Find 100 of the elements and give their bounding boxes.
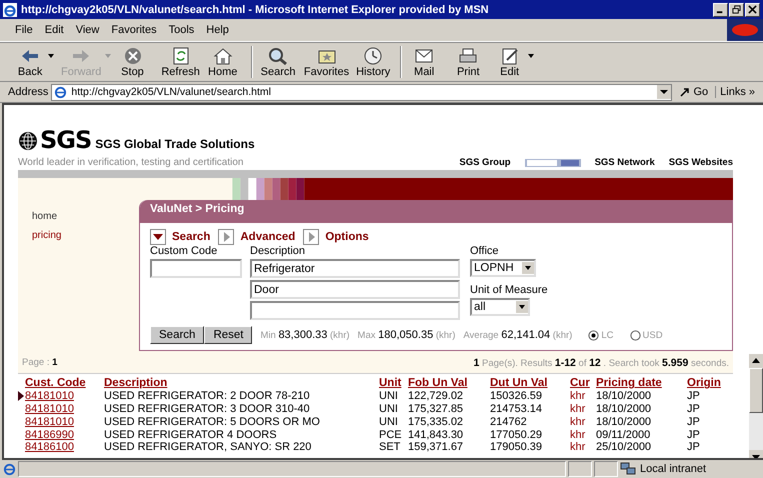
column-header[interactable]: Origin (687, 377, 731, 390)
toolbar-button[interactable]: Back (14, 46, 58, 78)
scroll-up-icon[interactable] (749, 354, 763, 368)
table-cell-text: 177050.29 (490, 428, 543, 441)
code-link[interactable]: 84181010 (25, 390, 104, 402)
table-cell-text: 18/10/2000 (596, 416, 652, 428)
restore-button[interactable] (729, 2, 744, 16)
table-cell-text: UNI (379, 390, 399, 402)
table-cell-text: UNI (379, 402, 399, 415)
logo-wordmark: SGS (40, 129, 92, 151)
links-button[interactable]: Links » (715, 86, 759, 98)
menu-item[interactable]: File (10, 22, 38, 38)
tagline: World leader in verification, testing and certification (18, 157, 244, 168)
column-header[interactable]: Unit (379, 377, 408, 390)
table-cell-text: USED REFRIGERATOR: 2 DOOR 78-210 (104, 390, 311, 402)
code-link[interactable]: 84181010 (25, 416, 104, 428)
table-cell-text: JP (687, 390, 701, 402)
stat-text: Max 180,050.35 (khr) (358, 329, 456, 341)
minimize-button[interactable] (713, 2, 728, 16)
window-title: http://chgvay2k05/VLN/valunet/search.html - Microsoft Internet Explorer provided by MSN (21, 4, 490, 16)
select-field[interactable]: all (470, 298, 530, 316)
stat-text: Average 62,141.04 (khr) (463, 329, 572, 341)
input-field[interactable] (150, 259, 242, 278)
scroll-thumb[interactable] (749, 368, 763, 413)
go-arrow-icon (679, 86, 692, 98)
expand-toggle-icon[interactable] (218, 229, 234, 245)
column-header[interactable]: Description (104, 377, 379, 390)
table-cell-text: PCE (379, 428, 403, 441)
menu-item[interactable]: View (70, 22, 104, 38)
toolbar-button[interactable]: Search (256, 46, 301, 78)
select-field[interactable]: LOPNH (470, 259, 536, 277)
home-icon (212, 46, 234, 66)
column-header[interactable]: Cur (570, 377, 596, 390)
status-pane (568, 461, 592, 477)
table-cell-text: khr (570, 402, 586, 415)
address-label: Address (8, 86, 48, 98)
toolbar-button[interactable]: Print (450, 46, 494, 78)
site-badge-icon[interactable] (524, 158, 581, 166)
dropdown-arrow-icon (48, 54, 54, 58)
column-header[interactable]: Dut Un Val (490, 377, 570, 390)
table-cell-text: JP (687, 402, 701, 415)
toolbar-button[interactable]: Stop (114, 46, 158, 78)
table-cell-text: 18/10/2000 (596, 390, 652, 402)
table-cell-text: khr (570, 441, 586, 454)
input-field[interactable]: Refrigerator (250, 259, 460, 278)
nav-link[interactable]: pricing (32, 230, 62, 241)
toolbar-button[interactable]: Edit (494, 46, 538, 78)
expand-toggle-icon[interactable] (303, 229, 320, 245)
network-icon (620, 462, 636, 476)
menu-item[interactable]: Help (201, 22, 234, 38)
code-link[interactable]: 84181010 (25, 402, 104, 415)
table-cell-text: JP (687, 441, 701, 454)
table-cell-text: UNI (379, 416, 399, 428)
site-title: SGS Global Trade Solutions (95, 137, 255, 151)
table-cell-text: 175,335.02 (408, 416, 464, 428)
toolbar-button[interactable]: Favorites (300, 46, 352, 78)
section-link[interactable]: Search (172, 231, 210, 243)
globe-logo-icon (18, 131, 38, 151)
table-cell-text: 18/10/2000 (596, 402, 652, 415)
input-field[interactable]: Door (250, 280, 460, 299)
toolbar-button[interactable]: Home (202, 46, 247, 78)
code-link[interactable]: 84186100 (25, 441, 104, 454)
toolbar-button[interactable]: Refresh (158, 46, 203, 78)
clock-icon (362, 46, 384, 66)
menu-item[interactable]: Tools (164, 22, 200, 38)
header-link[interactable]: SGS Group (459, 157, 511, 168)
table-cell-text: USED REFRIGERATOR: 3 DOOR 310-40 (104, 402, 311, 415)
table-cell-text: JP (687, 428, 701, 441)
header-link[interactable]: SGS Websites (668, 157, 733, 168)
table-cell-text: 122,729.02 (408, 390, 464, 402)
toolbar-button[interactable]: History (352, 46, 396, 78)
column-header[interactable]: Fob Un Val (408, 377, 490, 390)
menu-item[interactable]: Edit (40, 22, 69, 38)
table-cell-text: 141,843.30 (408, 428, 464, 441)
menu-item[interactable]: Favorites (106, 22, 162, 38)
section-link[interactable]: Options (325, 231, 369, 243)
page-icon (3, 462, 16, 476)
restore-icon (732, 5, 741, 14)
toolbar-button[interactable]: Mail (406, 46, 450, 78)
table-cell-text: USED REFRIGERATOR: 5 DOORS OR MO (104, 416, 321, 428)
form-button[interactable]: Search (150, 326, 204, 344)
table-cell-text: khr (570, 428, 586, 441)
column-header[interactable]: Cust. Code (25, 377, 104, 390)
address-field[interactable]: http://chgvay2k05/VLN/valunet/search.html (51, 84, 672, 100)
form-button[interactable]: Reset (204, 326, 252, 344)
field-label: Unit of Measure (470, 284, 548, 296)
table-cell-text: 159,371.67 (408, 441, 464, 454)
nav-link[interactable]: home (32, 211, 58, 222)
section-link[interactable]: Advanced (240, 231, 296, 243)
close-button[interactable] (745, 2, 760, 16)
code-link[interactable]: 84186990 (25, 428, 104, 441)
security-zone: Local intranet (640, 463, 706, 475)
panel-title: ValuNet > Pricing (140, 200, 732, 223)
input-field[interactable] (250, 301, 460, 320)
vertical-scrollbar[interactable] (749, 354, 763, 458)
column-header[interactable]: Pricing date (596, 377, 687, 390)
go-button[interactable]: Go (675, 86, 712, 98)
collapse-toggle-icon[interactable] (150, 229, 166, 245)
header-link[interactable]: SGS Network (594, 157, 655, 168)
table-cell-text: 09/11/2000 (596, 428, 652, 441)
